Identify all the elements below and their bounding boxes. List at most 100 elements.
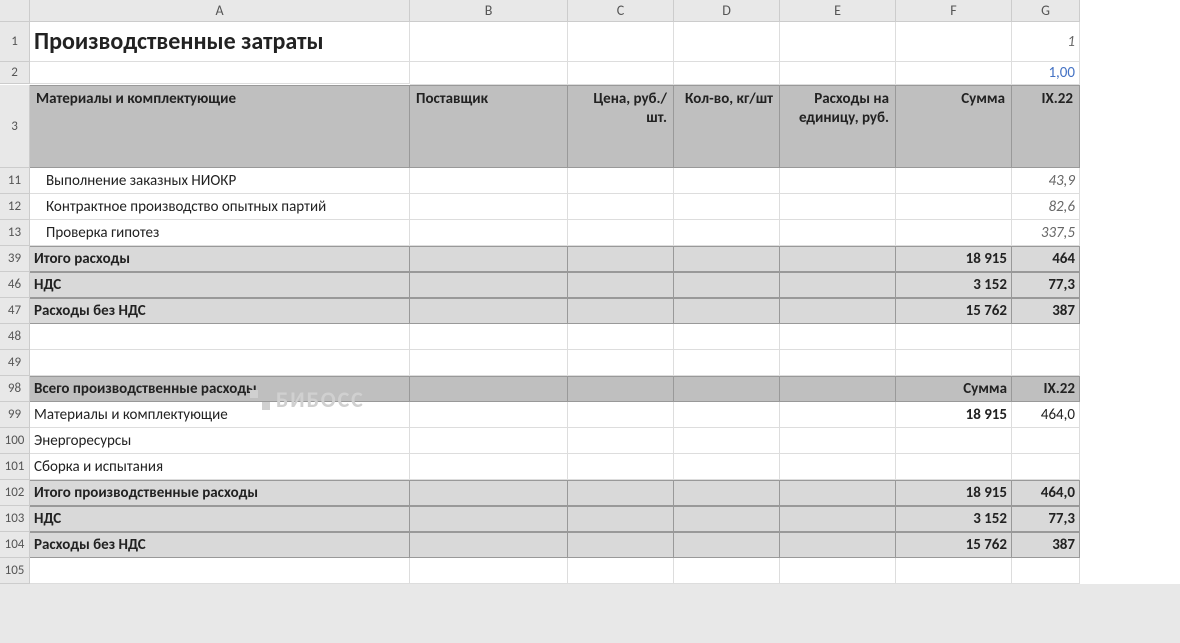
cell-B13[interactable] — [410, 220, 568, 246]
cell-C102[interactable] — [568, 480, 674, 506]
spreadsheet-grid[interactable]: A B C D E F G 1 Производственные затраты… — [0, 0, 1180, 584]
cell-G46[interactable]: 77,3 — [1012, 272, 1080, 298]
col-head-C[interactable]: C — [568, 0, 674, 22]
cell-F46[interactable]: 3 152 — [896, 272, 1012, 298]
cell-D101[interactable] — [674, 454, 780, 480]
row-head-12[interactable]: 12 — [0, 194, 30, 220]
cell-B47[interactable] — [410, 298, 568, 324]
cell-F39[interactable]: 18 915 — [896, 246, 1012, 272]
cell-G49[interactable] — [1012, 350, 1080, 376]
cell-A13[interactable]: Проверка гипотез — [30, 220, 410, 246]
cell-A102[interactable]: Итого производственные расходы — [30, 480, 410, 506]
cell-G2[interactable]: 1,00 — [1012, 62, 1080, 85]
select-all-corner[interactable] — [0, 0, 30, 22]
cell-E104[interactable] — [780, 532, 896, 558]
row-head-104[interactable]: 104 — [0, 532, 30, 558]
cell-G1[interactable]: 1 — [1012, 22, 1080, 62]
cell-B49[interactable] — [410, 350, 568, 376]
row-head-49[interactable]: 49 — [0, 350, 30, 376]
cell-B1[interactable] — [410, 22, 568, 62]
header-B[interactable]: Поставщик — [410, 85, 568, 168]
cell-B100[interactable] — [410, 428, 568, 454]
row-head-46[interactable]: 46 — [0, 272, 30, 298]
cell-G98[interactable]: IX.22 — [1012, 376, 1080, 402]
cell-G13[interactable]: 337,5 — [1012, 220, 1080, 246]
cell-B102[interactable] — [410, 480, 568, 506]
cell-C101[interactable] — [568, 454, 674, 480]
cell-G48[interactable] — [1012, 324, 1080, 350]
cell-E102[interactable] — [780, 480, 896, 506]
cell-A47[interactable]: Расходы без НДС — [30, 298, 410, 324]
cell-F104[interactable]: 15 762 — [896, 532, 1012, 558]
cell-E99[interactable] — [780, 402, 896, 428]
cell-F48[interactable] — [896, 324, 1012, 350]
cell-E13[interactable] — [780, 220, 896, 246]
cell-D2[interactable] — [674, 62, 780, 85]
header-E[interactable]: Расходы на единицу, руб. — [780, 85, 896, 168]
cell-C104[interactable] — [568, 532, 674, 558]
cell-B105[interactable] — [410, 558, 568, 584]
cell-C99[interactable] — [568, 402, 674, 428]
cell-F12[interactable] — [896, 194, 1012, 220]
cell-B103[interactable] — [410, 506, 568, 532]
cell-G104[interactable]: 387 — [1012, 532, 1080, 558]
col-head-A[interactable]: A — [30, 0, 410, 22]
cell-C11[interactable] — [568, 168, 674, 194]
cell-E47[interactable] — [780, 298, 896, 324]
cell-A103[interactable]: НДС — [30, 506, 410, 532]
cell-C98[interactable] — [568, 376, 674, 402]
cell-C105[interactable] — [568, 558, 674, 584]
cell-E103[interactable] — [780, 506, 896, 532]
row-head-47[interactable]: 47 — [0, 298, 30, 324]
cell-G102[interactable]: 464,0 — [1012, 480, 1080, 506]
cell-F100[interactable] — [896, 428, 1012, 454]
cell-D49[interactable] — [674, 350, 780, 376]
cell-C12[interactable] — [568, 194, 674, 220]
cell-D11[interactable] — [674, 168, 780, 194]
row-head-2[interactable]: 2 — [0, 62, 30, 84]
cell-C1[interactable] — [568, 22, 674, 62]
header-A[interactable]: Материалы и комплектующие — [30, 85, 410, 168]
cell-F101[interactable] — [896, 454, 1012, 480]
cell-B39[interactable] — [410, 246, 568, 272]
col-head-F[interactable]: F — [896, 0, 1012, 22]
cell-C48[interactable] — [568, 324, 674, 350]
cell-E105[interactable] — [780, 558, 896, 584]
cell-B104[interactable] — [410, 532, 568, 558]
cell-D105[interactable] — [674, 558, 780, 584]
cell-A105[interactable] — [30, 558, 410, 584]
cell-G47[interactable]: 387 — [1012, 298, 1080, 324]
cell-D39[interactable] — [674, 246, 780, 272]
col-head-G[interactable]: G — [1012, 0, 1080, 22]
cell-G101[interactable] — [1012, 454, 1080, 480]
header-C[interactable]: Цена, руб./шт. — [568, 85, 674, 168]
cell-B12[interactable] — [410, 194, 568, 220]
row-head-3[interactable]: 3 — [0, 85, 30, 168]
cell-A12[interactable]: Контрактное производство опытных партий — [30, 194, 410, 220]
cell-G103[interactable]: 77,3 — [1012, 506, 1080, 532]
cell-D98[interactable] — [674, 376, 780, 402]
row-head-11[interactable]: 11 — [0, 168, 30, 194]
cell-F11[interactable] — [896, 168, 1012, 194]
cell-D46[interactable] — [674, 272, 780, 298]
cell-C13[interactable] — [568, 220, 674, 246]
row-head-39[interactable]: 39 — [0, 246, 30, 272]
row-head-1[interactable]: 1 — [0, 22, 30, 62]
row-head-13[interactable]: 13 — [0, 220, 30, 246]
row-head-101[interactable]: 101 — [0, 454, 30, 480]
row-head-99[interactable]: 99 — [0, 402, 30, 428]
cell-D104[interactable] — [674, 532, 780, 558]
cell-B46[interactable] — [410, 272, 568, 298]
cell-G39[interactable]: 464 — [1012, 246, 1080, 272]
cell-E2[interactable] — [780, 62, 896, 85]
cell-D102[interactable] — [674, 480, 780, 506]
header-F[interactable]: Сумма — [896, 85, 1012, 168]
cell-A11[interactable]: Выполнение заказных НИОКР — [30, 168, 410, 194]
cell-F49[interactable] — [896, 350, 1012, 376]
cell-F47[interactable]: 15 762 — [896, 298, 1012, 324]
row-head-105[interactable]: 105 — [0, 558, 30, 584]
cell-F103[interactable]: 3 152 — [896, 506, 1012, 532]
cell-B101[interactable] — [410, 454, 568, 480]
col-head-D[interactable]: D — [674, 0, 780, 22]
cell-C103[interactable] — [568, 506, 674, 532]
